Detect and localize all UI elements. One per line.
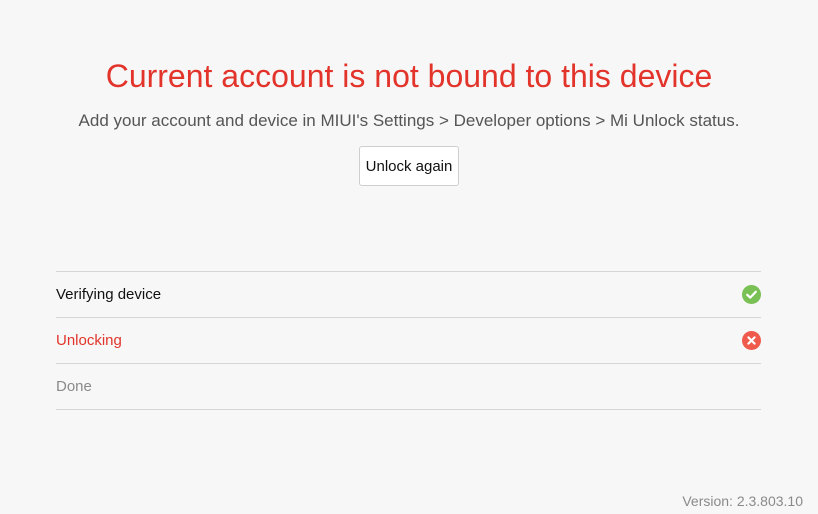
page-subtitle: Add your account and device in MIUI's Se… (78, 111, 740, 130)
check-circle-icon (742, 285, 761, 304)
step-label: Done (56, 378, 92, 395)
step-done: Done (56, 364, 761, 410)
version-label: Version: 2.3.803.10 (682, 493, 803, 509)
unlock-again-button[interactable]: Unlock again (359, 146, 459, 186)
close-circle-icon (742, 331, 761, 350)
page-title: Current account is not bound to this dev… (105, 58, 713, 94)
step-label: Verifying device (56, 286, 162, 303)
step-verifying-device: Verifying device (56, 272, 761, 318)
step-label: Unlocking (56, 332, 122, 349)
step-unlocking: Unlocking (56, 318, 761, 364)
steps-list: Verifying device Unlocking Done (56, 271, 761, 410)
